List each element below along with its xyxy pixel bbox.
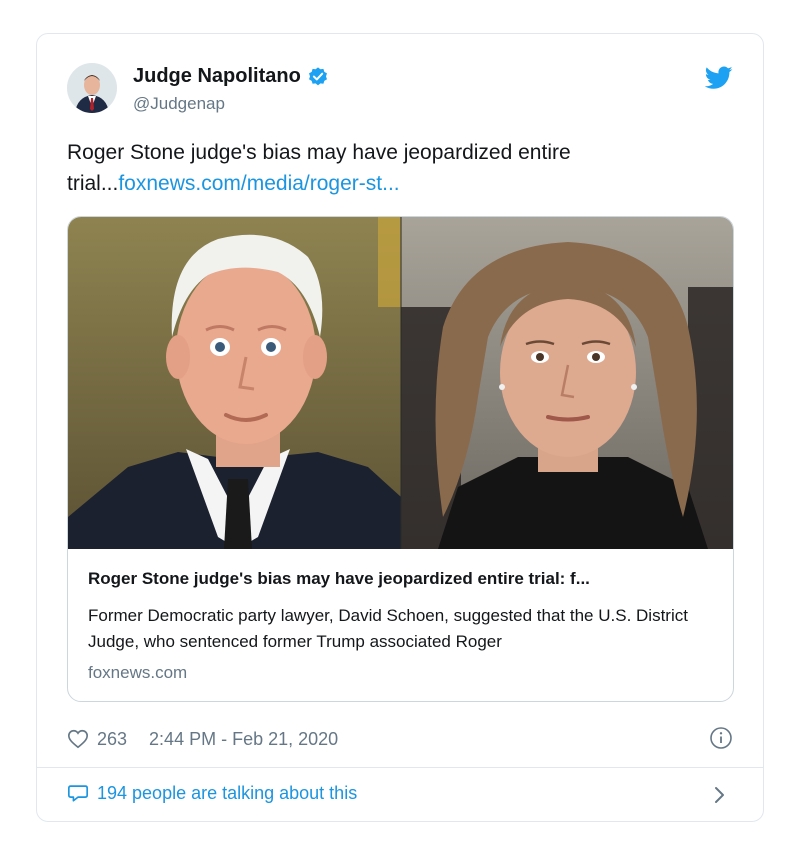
link-card-domain: foxnews.com <box>88 663 188 682</box>
tweet-text: Roger Stone judge's bias may have jeopar… <box>67 137 707 199</box>
conversation-link[interactable]: 194 people are talking about this <box>67 782 357 804</box>
author-name[interactable]: Judge Napolitano <box>133 65 329 88</box>
tweet-link[interactable]: foxnews.com/media/roger-st... <box>118 172 399 195</box>
conversation-count: 194 people are talking about this <box>97 782 358 803</box>
link-card-title: Roger Stone judge's bias may have jeopar… <box>88 569 590 588</box>
avatar-photo <box>67 63 117 113</box>
preview-image <box>68 217 733 549</box>
speech-bubble-icon <box>68 785 88 802</box>
heart-icon[interactable] <box>67 728 89 750</box>
author-handle[interactable]: @Judgenap <box>133 94 225 114</box>
twitter-bird-icon[interactable] <box>705 66 733 90</box>
info-icon[interactable] <box>709 726 733 750</box>
tweet-embed-card: Judge Napolitano @Judgenap Roger Stone j… <box>36 33 764 822</box>
author-name-text: Judge Napolitano <box>133 65 301 87</box>
tweet-timestamp[interactable]: 2:44 PM - Feb 21, 2020 <box>149 729 338 750</box>
like-count[interactable]: 263 <box>97 729 127 750</box>
link-card-description: Former Democratic party lawyer, David Sc… <box>88 606 688 651</box>
tweet-meta: 263 2:44 PM - Feb 21, 2020 <box>67 725 338 753</box>
verified-badge-icon <box>308 66 327 85</box>
author-avatar[interactable] <box>67 63 117 113</box>
divider <box>37 767 763 768</box>
link-preview-card[interactable]: Roger Stone judge's bias may have jeopar… <box>67 216 734 702</box>
chevron-right-icon[interactable] <box>709 784 729 806</box>
